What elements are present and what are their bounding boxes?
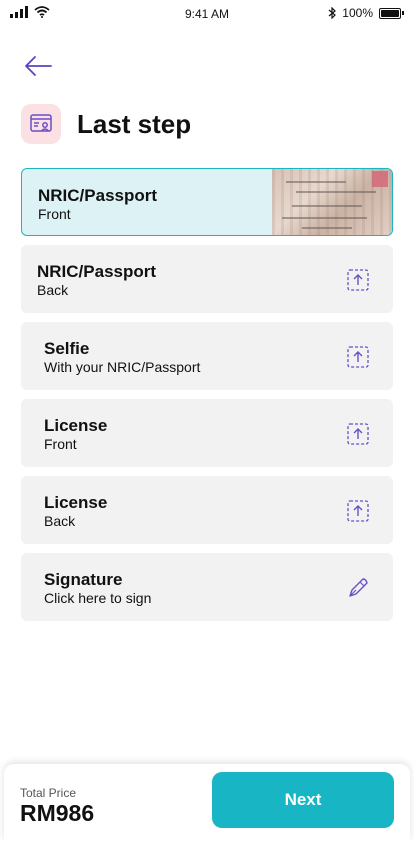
stamp-mark [372,171,388,187]
card-subtitle: Back [44,513,76,529]
pen-icon[interactable] [347,577,369,599]
page-title: Last step [77,108,192,139]
signature-card[interactable]: Signature Click here to sign [21,553,393,621]
status-bar: 9:41 AM 100% [0,0,414,28]
checkout-bar: Total Price RM986 Next [4,764,410,841]
status-right: 100% [328,6,404,20]
card-subtitle: Click here to sign [44,590,152,606]
license-back-card[interactable]: License Back [21,476,393,544]
upload-icon[interactable] [347,423,369,445]
card-title: NRIC/Passport [37,262,157,281]
battery-tip-icon [402,11,404,15]
card-title: Selfie [44,339,90,358]
card-subtitle: Front [44,436,77,452]
selfie-card[interactable]: Selfie With your NRIC/Passport [21,322,393,390]
id-document-icon [21,104,61,144]
nric-back-card[interactable]: NRIC/Passport Back [21,245,393,313]
card-title: Signature [44,570,123,589]
card-subtitle: Front [38,206,71,222]
battery-percent: 100% [342,6,373,20]
card-title: NRIC/Passport [38,186,158,205]
upload-icon[interactable] [347,346,369,368]
total-price-label: Total Price [20,786,77,800]
upload-icon[interactable] [347,269,369,291]
nric-front-card[interactable]: NRIC/Passport Front [21,168,393,236]
card-title: License [44,493,108,512]
total-price-value: RM986 [20,800,95,826]
document-list: NRIC/Passport Front NRIC/Passport Back S… [21,168,393,630]
card-subtitle: Back [37,282,69,298]
back-button[interactable] [20,48,56,84]
page-header: Last step [21,104,191,144]
arrow-left-icon [25,56,52,76]
upload-icon[interactable] [347,500,369,522]
card-subtitle: With your NRIC/Passport [44,359,201,375]
bluetooth-icon [328,7,337,19]
card-title: License [44,416,108,435]
document-thumbnail [272,169,392,235]
battery-icon [379,7,401,19]
license-front-card[interactable]: License Front [21,399,393,467]
next-button[interactable]: Next [212,772,394,828]
